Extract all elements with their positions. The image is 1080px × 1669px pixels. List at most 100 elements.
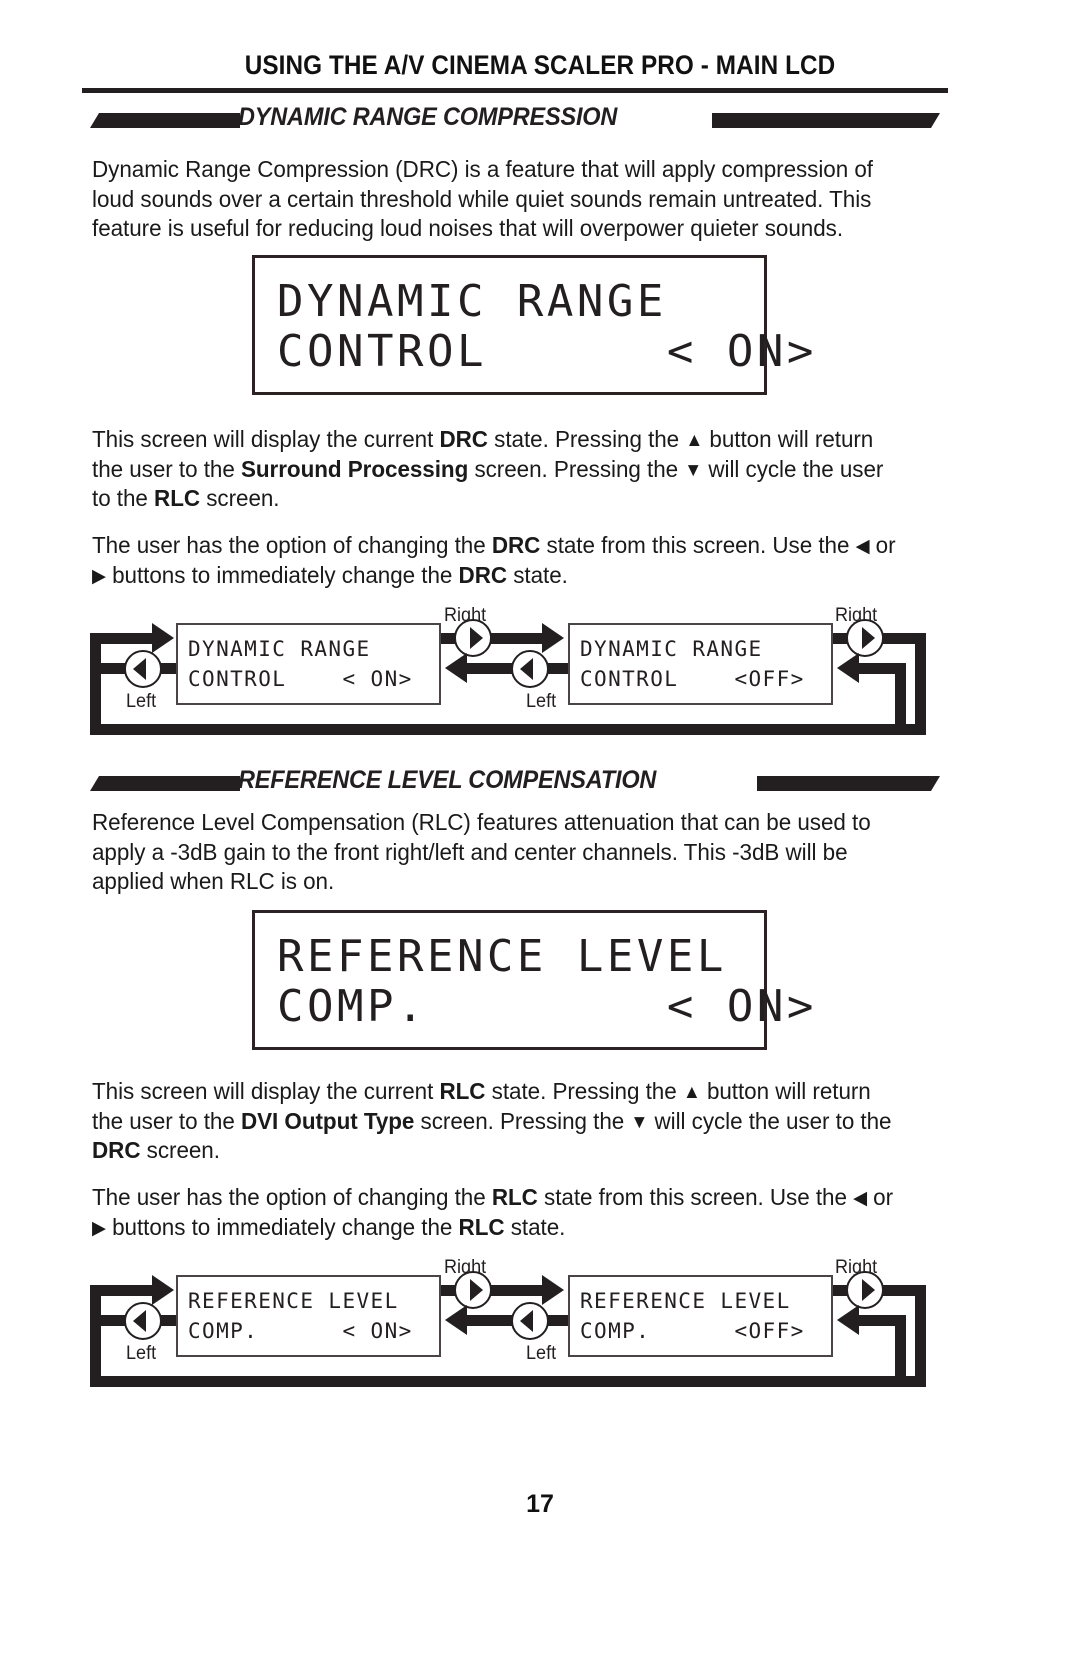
diagram-label-left-1: Left (126, 1343, 157, 1364)
loop-right-vertical (915, 633, 926, 735)
left-shaft-b-2 (467, 1315, 517, 1326)
diagram-lcd-line-2: CONTROL < ON> (188, 667, 413, 691)
nav-text-6: screen. (140, 1137, 220, 1163)
header-divider (82, 88, 948, 93)
diagram-lcd-off-drc: DYNAMIC RANGE CONTROL <OFF> (568, 623, 833, 705)
up-arrow-icon: ▲ (682, 1082, 701, 1103)
diagram-lcd-on-drc: DYNAMIC RANGE CONTROL < ON> (176, 623, 441, 705)
nav-bold-rlc: RLC (439, 1078, 486, 1104)
left-triangle-icon (520, 1310, 533, 1332)
chg-text-2: state from this screen. Use the (540, 532, 856, 558)
nav-text-6: screen. (200, 485, 280, 511)
nav-bold-drc: DRC (92, 1137, 141, 1163)
down-arrow-icon: ▼ (684, 459, 703, 481)
right-arrow-icon: ▶ (92, 565, 106, 587)
chg-text-4: buttons to immediately change the (105, 561, 459, 588)
return-arrow-head (837, 653, 859, 683)
intro-paragraph-rlc: Reference Level Compensation (RLC) featu… (92, 809, 871, 894)
page-header: USING THE A/V CINEMA SCALER PRO - MAIN L… (90, 50, 990, 81)
return-vertical (895, 663, 906, 725)
section-banner-drc: DYNAMIC RANGE COMPRESSION (90, 103, 940, 135)
left-button-1[interactable] (124, 1302, 162, 1340)
left-connector-1 (160, 1315, 176, 1326)
entry-arrow-shaft (90, 633, 152, 644)
nav-bold-rlc: RLC (154, 485, 201, 511)
nav-text-4: screen. Pressing the (414, 1107, 631, 1134)
right-shaft-b-1 (490, 1285, 542, 1296)
section-title-drc: DYNAMIC RANGE COMPRESSION (238, 103, 618, 131)
entry-arrow-head (152, 623, 174, 653)
right-shaft-b-1 (490, 633, 542, 644)
right-button-1[interactable] (454, 1271, 492, 1309)
return-arrow-head (837, 1305, 859, 1335)
right-triangle-icon (470, 1279, 483, 1301)
chg-text-5: state. (507, 561, 568, 588)
banner-bar-left (90, 776, 240, 791)
nav-bold-drc: DRC (439, 426, 488, 452)
left-arrow-icon: ◀ (853, 1188, 867, 1209)
loop-right-vertical (915, 1285, 926, 1387)
chg-text-3: or (866, 1184, 894, 1210)
diagram-lcd-line-2: COMP. <OFF> (580, 1319, 805, 1343)
right-arrow-head-1 (542, 623, 564, 653)
nav-text-5: will cycle the user to the (648, 1107, 892, 1134)
nav-paragraph-rlc: This screen will display the current RLC… (92, 1077, 904, 1166)
lcd-line-1: REFERENCE LEVEL (277, 931, 727, 982)
banner-bar-left (90, 113, 240, 128)
right-button-1[interactable] (454, 619, 492, 657)
loop-bottom-horizontal (90, 724, 926, 735)
lcd-display-drc: DYNAMIC RANGE CONTROL < ON> (252, 255, 813, 395)
diagram-label-left-2: Left (526, 1343, 557, 1364)
left-button-1[interactable] (124, 650, 162, 688)
lcd-line-1: DYNAMIC RANGE (277, 276, 667, 327)
right-shaft-b-2 (882, 1285, 926, 1296)
page-number: 17 (526, 1490, 554, 1518)
chg-text-1: The user has the option of changing the (92, 532, 492, 558)
change-paragraph-drc: The user has the option of changing the … (92, 531, 904, 590)
change-paragraph-rlc: The user has the option of changing the … (92, 1183, 904, 1242)
chg-text-3: or (869, 532, 896, 558)
diagram-lcd-line-1: DYNAMIC RANGE (188, 637, 371, 661)
nav-bold-surround: Surround Processing (240, 455, 469, 482)
up-arrow-icon: ▲ (685, 430, 704, 451)
chg-bold-drc-1: DRC (491, 532, 541, 558)
diagram-lcd-line-2: COMP. < ON> (188, 1319, 413, 1343)
left-button-2[interactable] (511, 650, 549, 688)
page-title: USING THE A/V CINEMA SCALER PRO - MAIN L… (244, 50, 836, 80)
right-triangle-icon (470, 627, 483, 649)
left-arrow-head-2 (445, 653, 467, 683)
right-button-2[interactable] (846, 619, 884, 657)
diagram-lcd-line-1: DYNAMIC RANGE (580, 637, 763, 661)
right-arrow-icon: ▶ (92, 1217, 106, 1239)
chg-text-4: buttons to immediately change the (105, 1213, 459, 1240)
entry-arrow-shaft (90, 1285, 152, 1296)
left-connector-1 (160, 663, 176, 674)
lcd-display-rlc: REFERENCE LEVEL COMP. < ON> (252, 910, 813, 1050)
right-arrow-head-1 (542, 1275, 564, 1305)
right-triangle-icon (862, 1279, 875, 1301)
left-button-2[interactable] (511, 1302, 549, 1340)
loop-left-vertical (90, 1285, 101, 1387)
left-triangle-icon (133, 658, 146, 680)
left-arrow-icon: ◀ (855, 536, 870, 557)
chg-bold-drc-2: DRC (458, 561, 508, 588)
nav-text-2: state. Pressing the (485, 1078, 683, 1104)
nav-text-4: screen. Pressing the (468, 455, 685, 482)
chg-text-2: state from this screen. Use the (537, 1184, 854, 1210)
left-shaft-b-2 (467, 663, 517, 674)
down-arrow-icon: ▼ (630, 1111, 649, 1133)
right-button-2[interactable] (846, 1271, 884, 1309)
diagram-label-left-1: Left (126, 691, 157, 712)
manual-page: USING THE A/V CINEMA SCALER PRO - MAIN L… (0, 0, 1080, 1669)
loop-bottom-horizontal (90, 1376, 926, 1387)
diagram-lcd-on-rlc: REFERENCE LEVEL COMP. < ON> (176, 1275, 441, 1357)
intro-paragraph-drc: Dynamic Range Compression (DRC) is a fea… (92, 156, 873, 241)
banner-bar-right (712, 113, 940, 128)
section-title-rlc: REFERENCE LEVEL COMPENSATION (238, 766, 657, 794)
left-triangle-icon (133, 1310, 146, 1332)
nav-bold-dvi: DVI Output Type (240, 1107, 415, 1134)
return-vertical (895, 1315, 906, 1377)
nav-text-1: This screen will display the current (92, 1078, 440, 1104)
diagram-lcd-line-2: CONTROL <OFF> (580, 667, 805, 691)
state-flow-diagram-drc: Right Right Left Left DYNAMIC RANGE CONT… (90, 605, 940, 740)
